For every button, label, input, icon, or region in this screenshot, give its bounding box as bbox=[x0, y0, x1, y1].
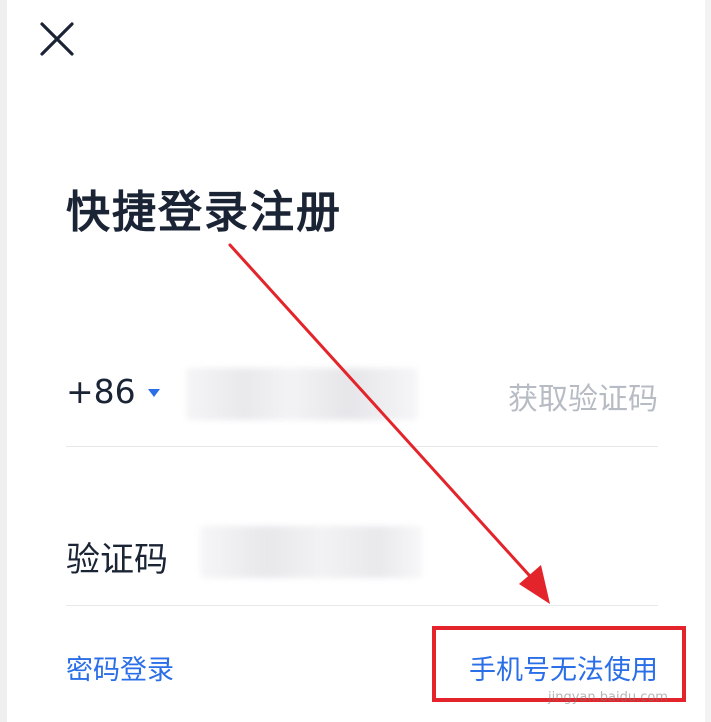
phone-input[interactable] bbox=[186, 364, 486, 424]
watermark-text: jingyan.baidu.com bbox=[548, 690, 668, 705]
page-title: 快捷登录注册 bbox=[66, 187, 342, 238]
login-screen: 快捷登录注册 +86 获取验证码 验证码 密码登录 手机号无法使用 jingya… bbox=[0, 0, 711, 722]
country-code-selector[interactable]: +86 bbox=[66, 372, 160, 411]
country-code-label: +86 bbox=[66, 372, 136, 411]
code-row: 验证码 bbox=[66, 512, 658, 592]
code-input[interactable] bbox=[200, 522, 430, 582]
code-divider bbox=[66, 605, 658, 606]
right-edge-strip bbox=[705, 0, 711, 722]
phone-unavailable-link[interactable]: 手机号无法使用 bbox=[469, 648, 658, 687]
get-code-button[interactable]: 获取验证码 bbox=[508, 374, 658, 418]
close-button[interactable] bbox=[36, 18, 78, 60]
close-icon bbox=[40, 22, 74, 56]
code-label: 验证码 bbox=[66, 540, 168, 580]
password-login-link[interactable]: 密码登录 bbox=[66, 648, 174, 687]
caret-down-icon bbox=[147, 388, 160, 397]
phone-divider bbox=[66, 446, 658, 447]
phone-row: +86 获取验证码 bbox=[66, 354, 658, 434]
left-edge-strip bbox=[0, 0, 7, 722]
